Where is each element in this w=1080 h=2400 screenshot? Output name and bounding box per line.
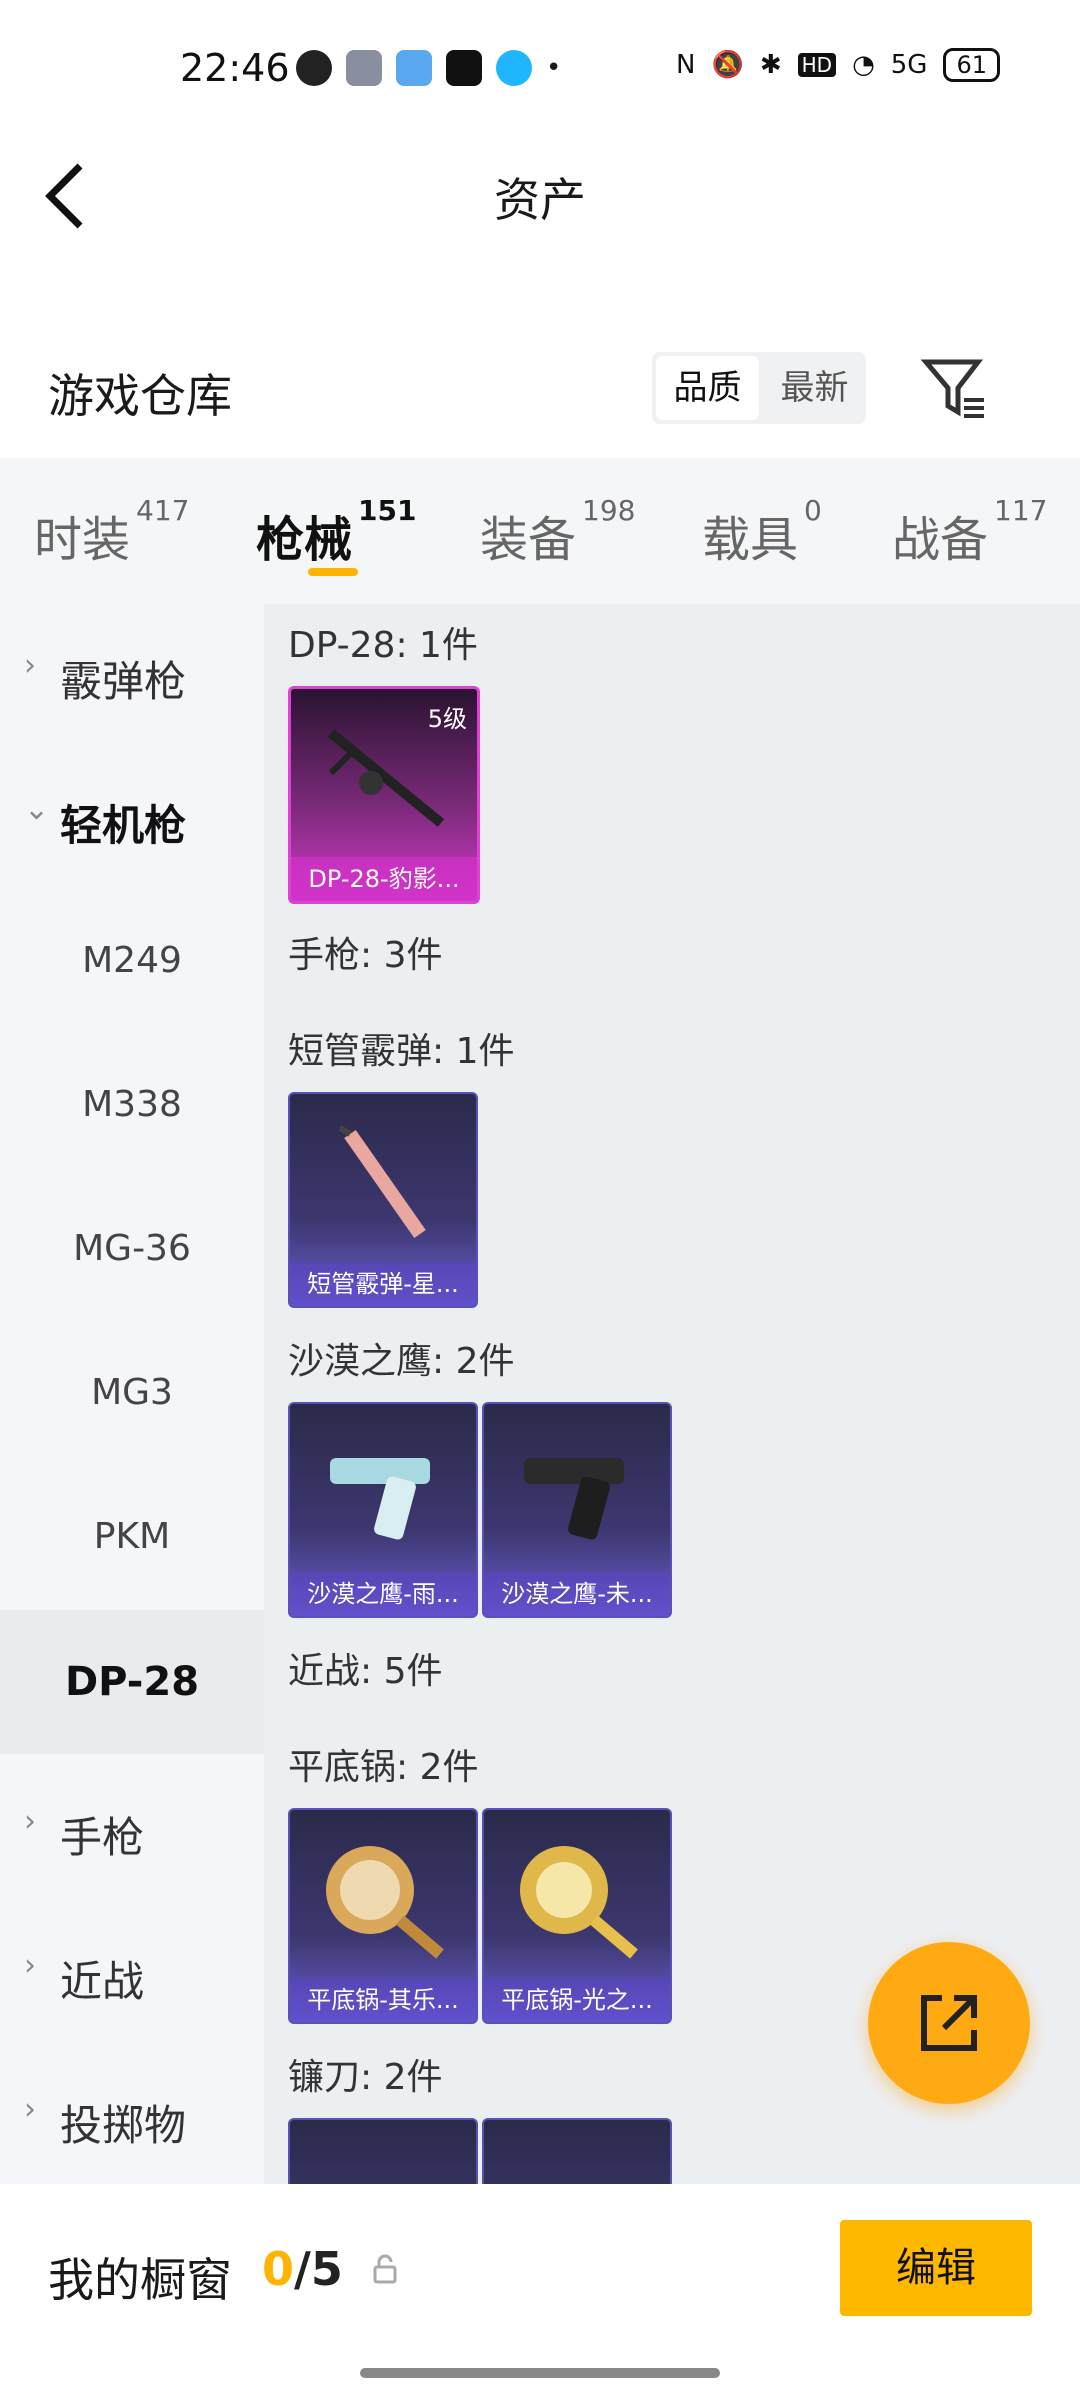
share-fab[interactable] <box>868 1942 1030 2104</box>
top-nav: 资产 <box>0 140 1080 250</box>
weather-icon <box>396 50 432 86</box>
sidebar-sub-dp28[interactable]: DP-28 <box>0 1610 264 1754</box>
item-name: 平底锅-其乐... <box>290 1978 476 2022</box>
chevron-right-icon: › <box>24 648 36 683</box>
tab-vehicles[interactable]: 载具0 <box>702 494 822 570</box>
status-bar: 22:46 • N 🔕 ✱ HD ◔ 5G 61 <box>0 0 1080 140</box>
chevron-right-icon: › <box>24 2092 36 2127</box>
sort-newest-button[interactable]: 最新 <box>763 352 866 424</box>
share-icon <box>921 1995 977 2051</box>
page-title: 资产 <box>494 173 586 227</box>
sort-quality-button[interactable]: 品质 <box>656 356 759 420</box>
section-header: 手枪: 3件 <box>288 935 443 976</box>
qq-icon <box>496 50 532 86</box>
active-tab-indicator <box>308 568 358 576</box>
shotgun-icon <box>338 1125 426 1239</box>
section-header: 短管霰弹: 1件 <box>288 1031 515 1072</box>
tab-fashion[interactable]: 时装417 <box>34 494 189 570</box>
wifi-icon: ◔ <box>852 50 875 80</box>
chevron-right-icon: › <box>24 1804 36 1839</box>
signal-icon: 5G <box>890 50 928 80</box>
section-header: 平底锅: 2件 <box>288 1747 479 1788</box>
wechat-icon <box>296 50 332 86</box>
showcase-title: 我的橱窗 <box>48 2253 232 2307</box>
home-indicator[interactable] <box>360 2368 720 2378</box>
sidebar-sub-pkm[interactable]: PKM <box>0 1516 264 1557</box>
item-card[interactable] <box>288 2118 478 2184</box>
lock-icon <box>373 2254 397 2284</box>
pistol-icon <box>330 1458 430 1540</box>
tab-supplies[interactable]: 战备117 <box>892 494 1047 570</box>
item-name: 短管霰弹-星... <box>290 1262 476 1306</box>
cat-app-icon <box>346 50 382 86</box>
frying-pan-icon <box>520 1846 638 1959</box>
hd-icon: HD <box>797 53 837 77</box>
sort-toggle: 品质 最新 <box>652 352 866 424</box>
item-name: 沙漠之鹰-未... <box>484 1572 670 1616</box>
system-icons: N 🔕 ✱ HD ◔ 5G 61 <box>676 48 1000 82</box>
item-name: 平底锅-光之... <box>484 1978 670 2022</box>
bluetooth-icon: ✱ <box>759 50 782 80</box>
chevron-down-icon: ⌄ <box>24 792 50 827</box>
item-card[interactable]: 5级 DP-28-豹影... <box>288 686 480 904</box>
item-name: 沙漠之鹰-雨... <box>290 1572 476 1616</box>
sidebar-sub-mg3[interactable]: MG3 <box>0 1372 264 1413</box>
repository-title: 游戏仓库 <box>48 369 232 423</box>
section-header: 镰刀: 2件 <box>288 2057 443 2098</box>
tab-guns[interactable]: 枪械151 <box>256 494 416 570</box>
showcase-count: 0/5 <box>262 2242 343 2296</box>
chevron-right-icon: › <box>24 1948 36 1983</box>
item-card[interactable]: 平底锅-光之... <box>482 1808 672 2024</box>
item-name: DP-28-豹影... <box>291 857 477 901</box>
sidebar-sub-m249[interactable]: M249 <box>0 940 264 981</box>
tiktok-icon <box>446 50 482 86</box>
item-card[interactable]: 沙漠之鹰-雨... <box>288 1402 478 1618</box>
category-tabs: 时装417 枪械151 装备198 载具0 战备117 <box>0 458 1080 604</box>
lmg-icon <box>327 729 445 827</box>
sidebar-sub-mg36[interactable]: MG-36 <box>0 1228 264 1269</box>
section-header: 沙漠之鹰: 2件 <box>288 1341 515 1382</box>
section-header: DP-28: 1件 <box>288 625 478 666</box>
section-header: 近战: 5件 <box>288 1651 443 1692</box>
status-time: 22:46 <box>180 46 290 90</box>
item-card[interactable]: 沙漠之鹰-未... <box>482 1402 672 1618</box>
sidebar: › 霰弹枪 ⌄ 轻机枪 M249 M338 MG-36 MG3 PKM DP-2… <box>0 604 264 2184</box>
sidebar-sub-m338[interactable]: M338 <box>0 1084 264 1125</box>
filter-icon <box>920 359 984 418</box>
item-card[interactable]: 平底锅-其乐... <box>288 1808 478 2024</box>
edit-button[interactable]: 编辑 <box>840 2220 1032 2316</box>
item-card[interactable] <box>482 2118 672 2184</box>
battery-icon: 61 <box>943 48 1000 82</box>
notification-icons: • <box>296 50 561 86</box>
filter-button[interactable] <box>920 354 990 424</box>
pistol-icon <box>524 1458 624 1540</box>
frying-pan-icon <box>326 1846 444 1959</box>
tab-equipment[interactable]: 装备198 <box>480 494 635 570</box>
dot-icon: • <box>546 53 562 83</box>
item-card[interactable]: 短管霰弹-星... <box>288 1092 478 1308</box>
mute-icon: 🔕 <box>711 50 744 80</box>
nfc-icon: N <box>675 50 696 80</box>
